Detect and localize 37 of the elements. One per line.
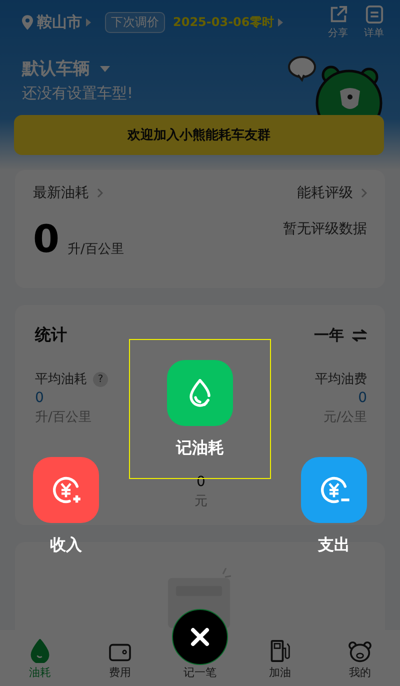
- swap-icon: [352, 329, 367, 342]
- caret-icon: [278, 18, 283, 26]
- chevron-right-icon: [361, 188, 367, 198]
- fuel-pump-icon: [269, 639, 291, 663]
- dropdown-icon: [100, 66, 110, 72]
- city-selector[interactable]: 鞍山市: [37, 12, 82, 32]
- chevron-right-icon: [97, 188, 103, 198]
- wallet-icon: [108, 643, 132, 663]
- join-group-banner[interactable]: 欢迎加入小熊能耗车友群: [14, 115, 384, 155]
- caret-icon: [86, 18, 91, 26]
- stat-value: 0: [358, 390, 367, 406]
- location-pin-icon: [22, 14, 33, 30]
- consumption-value: 0: [33, 220, 60, 258]
- statistics-title: 统计: [35, 325, 67, 346]
- rating-status: 暂无评级数据: [283, 220, 367, 238]
- consumption-unit: 升/百公里: [67, 241, 124, 258]
- bear-icon: [348, 641, 372, 663]
- close-icon: [190, 627, 210, 647]
- nav-tab[interactable]: 加油: [250, 639, 310, 680]
- details-button[interactable]: 详单: [358, 4, 390, 40]
- vehicle-subtitle: 还没有设置车型!: [22, 84, 134, 103]
- nav-tab[interactable]: 我的: [330, 641, 390, 680]
- help-badge[interactable]: ?: [93, 372, 108, 386]
- rating-link[interactable]: 能耗评级: [297, 184, 367, 202]
- list-icon: [364, 4, 384, 24]
- period-toggle[interactable]: 一年: [314, 326, 367, 345]
- nav-tab[interactable]: 费用: [90, 643, 150, 680]
- stat-value: 0: [35, 390, 44, 406]
- nav-tab[interactable]: 油耗: [10, 639, 70, 680]
- stat-label: 平均油耗: [35, 371, 87, 388]
- stat-label: 平均油费: [315, 371, 367, 388]
- drop-icon: [29, 639, 51, 663]
- price-change-date[interactable]: 2025-03-06零时: [173, 14, 274, 30]
- vehicle-selector[interactable]: 默认车辆: [22, 57, 90, 80]
- share-icon: [328, 4, 348, 24]
- latest-consumption-link[interactable]: 最新油耗: [33, 184, 103, 202]
- share-button[interactable]: 分享: [322, 4, 354, 40]
